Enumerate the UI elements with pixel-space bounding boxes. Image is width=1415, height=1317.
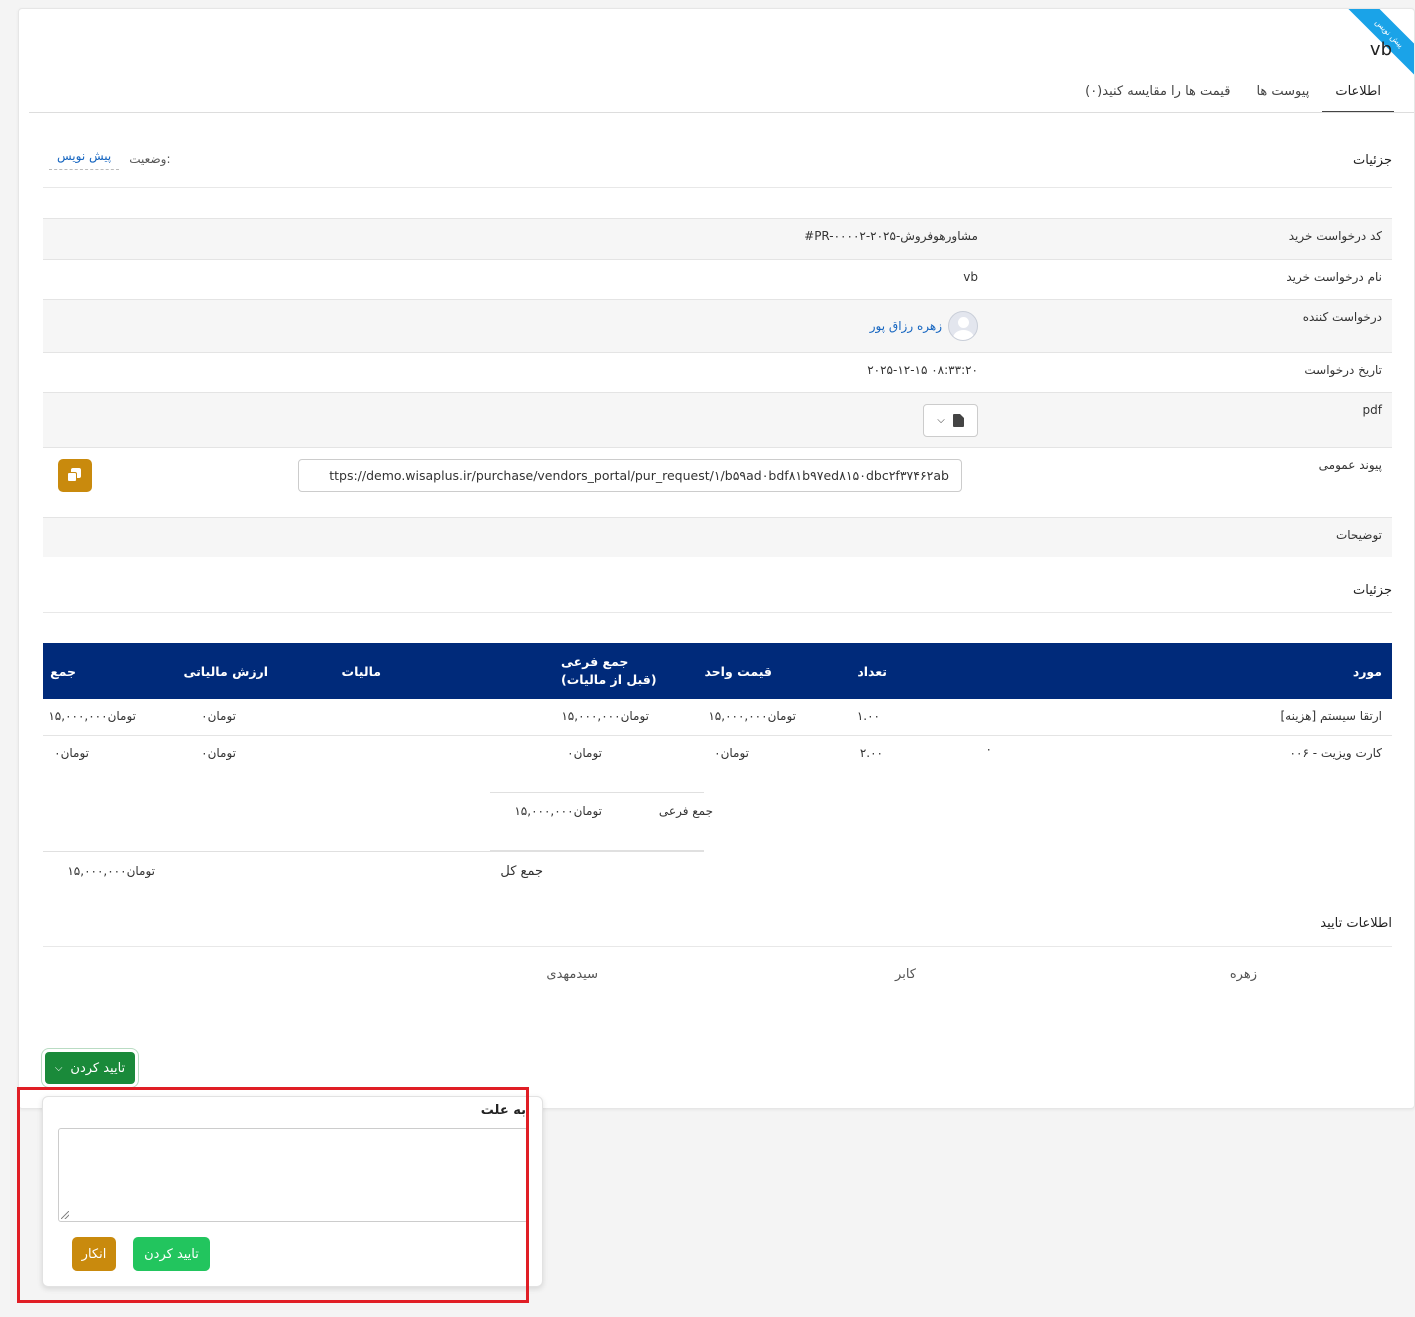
cell-total: ۰تومان [54,746,89,760]
approve-dropdown-button[interactable]: ⌵ تایید کردن [45,1052,135,1084]
name-value: vb [963,270,978,284]
record-title: vb [1369,39,1392,60]
approval-divider [43,946,1392,947]
chevron-down-icon: ⌵ [54,1062,63,1074]
status-label: وضعیت: [129,151,171,166]
detail-row-code: کد درخواست خرید #PR-۰۰۰۰۲-۲۰۲۵-مشاورهوفر… [43,218,1392,259]
details-section-title: جزئیات [1353,153,1392,168]
approver-name: سیدمهدی [546,967,598,982]
grand-total-divider [43,851,704,852]
approver-name: کابر [895,967,916,982]
col-tax-value: ارزش مالیاتی [183,663,268,679]
detail-row-name: نام درخواست خرید vb [43,259,1392,299]
date-value: ۲۰۲۵-۱۲-۱۵ ۰۸:۳۳:۲۰ [867,363,978,377]
requester-label: درخواست کننده [1302,310,1382,324]
code-value: #PR-۰۰۰۰۲-۲۰۲۵-مشاورهوفروش [804,229,978,243]
cell-subtotal: ۰تومان [567,746,602,760]
cell-qty: ۱.۰۰ [856,709,880,723]
cell-item: [هزینه] ارتقا سیستم [1280,709,1382,723]
public-link-input[interactable]: ttps://demo.wisaplus.ir/purchase/vendors… [298,459,962,492]
chevron-down-icon: ⌵ [937,415,945,426]
col-total: جمع [50,663,76,679]
name-label: نام درخواست خرید [1286,270,1382,284]
grand-total-value: ۱۵,۰۰۰,۰۰۰تومان [67,864,155,878]
table-row: ۰۰۶ - کارت ویزیت ٠ ۲.۰۰ ۰تومان ۰تومان ۰ت… [43,736,1392,773]
requester-name[interactable]: زهره رزاق پور [870,319,942,333]
cell-total: ۱۵,۰۰۰,۰۰۰تومان [48,709,136,723]
cell-subtotal: ۱۵,۰۰۰,۰۰۰تومان [561,709,649,723]
approve-dropdown-label: تایید کردن [70,1060,126,1076]
description-label: توضیحات [1335,528,1382,542]
cell-tax-value: ۰تومان [201,746,236,760]
detail-row-pdf: pdf ⌵ [43,392,1392,447]
cell-item: ۰۰۶ - کارت ویزیت [1289,746,1382,760]
pdf-dropdown-button[interactable]: ⌵ [923,404,978,437]
status-value[interactable]: پیش نویس [49,147,120,170]
col-qty: تعداد [857,663,887,679]
pdf-label: pdf [1362,403,1382,417]
tab-info[interactable]: اطلاعات [1322,79,1394,113]
purchase-request-card: پیش نویس vb اطلاعات پیوست ها قیمت ها را … [18,8,1415,1109]
tab-attachments[interactable]: پیوست ها [1243,79,1322,113]
detail-row-description: توضیحات [43,517,1392,557]
items-table-header: مورد تعداد قیمت واحد جمع فرعی (قبل از ما… [43,643,1392,699]
col-unit-price: قیمت واحد [704,663,772,679]
cell-tax-value: ۰تومان [201,709,236,723]
approval-section-title: اطلاعات تایید [1320,916,1392,931]
detail-row-date: تاریخ درخواست ۲۰۲۵-۱۲-۱۵ ۰۸:۳۳:۲۰ [43,352,1392,392]
details-divider [43,187,1392,188]
items-section-title: جزئیات [1353,583,1392,598]
highlight-box [17,1087,529,1303]
subtotal-divider [490,792,704,793]
pdf-file-icon [952,414,964,427]
items-divider [43,612,1392,613]
status-indicator: پیش نویس وضعیت: [49,147,171,170]
cell-unit-price: ۱۵,۰۰۰,۰۰۰تومان [708,709,796,723]
cell-unit-price: ۰تومان [714,746,749,760]
col-tax: مالیات [341,663,381,679]
copy-link-button[interactable] [58,459,92,492]
table-row: [هزینه] ارتقا سیستم ۱.۰۰ ۱۵,۰۰۰,۰۰۰تومان… [43,699,1392,736]
requester-link[interactable]: زهره رزاق پور [870,311,978,341]
grand-total-label: جمع کل [500,864,543,879]
detail-row-requester: درخواست کننده زهره رزاق پور [43,299,1392,352]
avatar [948,311,978,341]
tabs-divider [29,112,1414,113]
subtotal-value: ۱۵,۰۰۰,۰۰۰تومان [514,804,602,818]
date-label: تاریخ درخواست [1304,363,1382,377]
subtotal-label: جمع فرعی [658,804,713,818]
col-subtotal: جمع فرعی (قبل از مالیات) [561,654,657,687]
code-label: کد درخواست خرید [1288,229,1382,243]
tab-bar: اطلاعات پیوست ها قیمت ها را مقایسه کنید(… [1072,79,1394,113]
public-link-label: پیوند عمومی [1318,458,1382,472]
approver-name: زهره [1229,967,1257,982]
col-item: مورد [1352,663,1382,679]
cell-extra: ٠ [985,742,992,756]
tab-compare-quotes[interactable]: قیمت ها را مقایسه کنید(۰) [1072,79,1243,113]
cell-qty: ۲.۰۰ [859,746,883,760]
detail-row-public-link: پیوند عمومی ttps://demo.wisaplus.ir/purc… [43,447,1392,517]
